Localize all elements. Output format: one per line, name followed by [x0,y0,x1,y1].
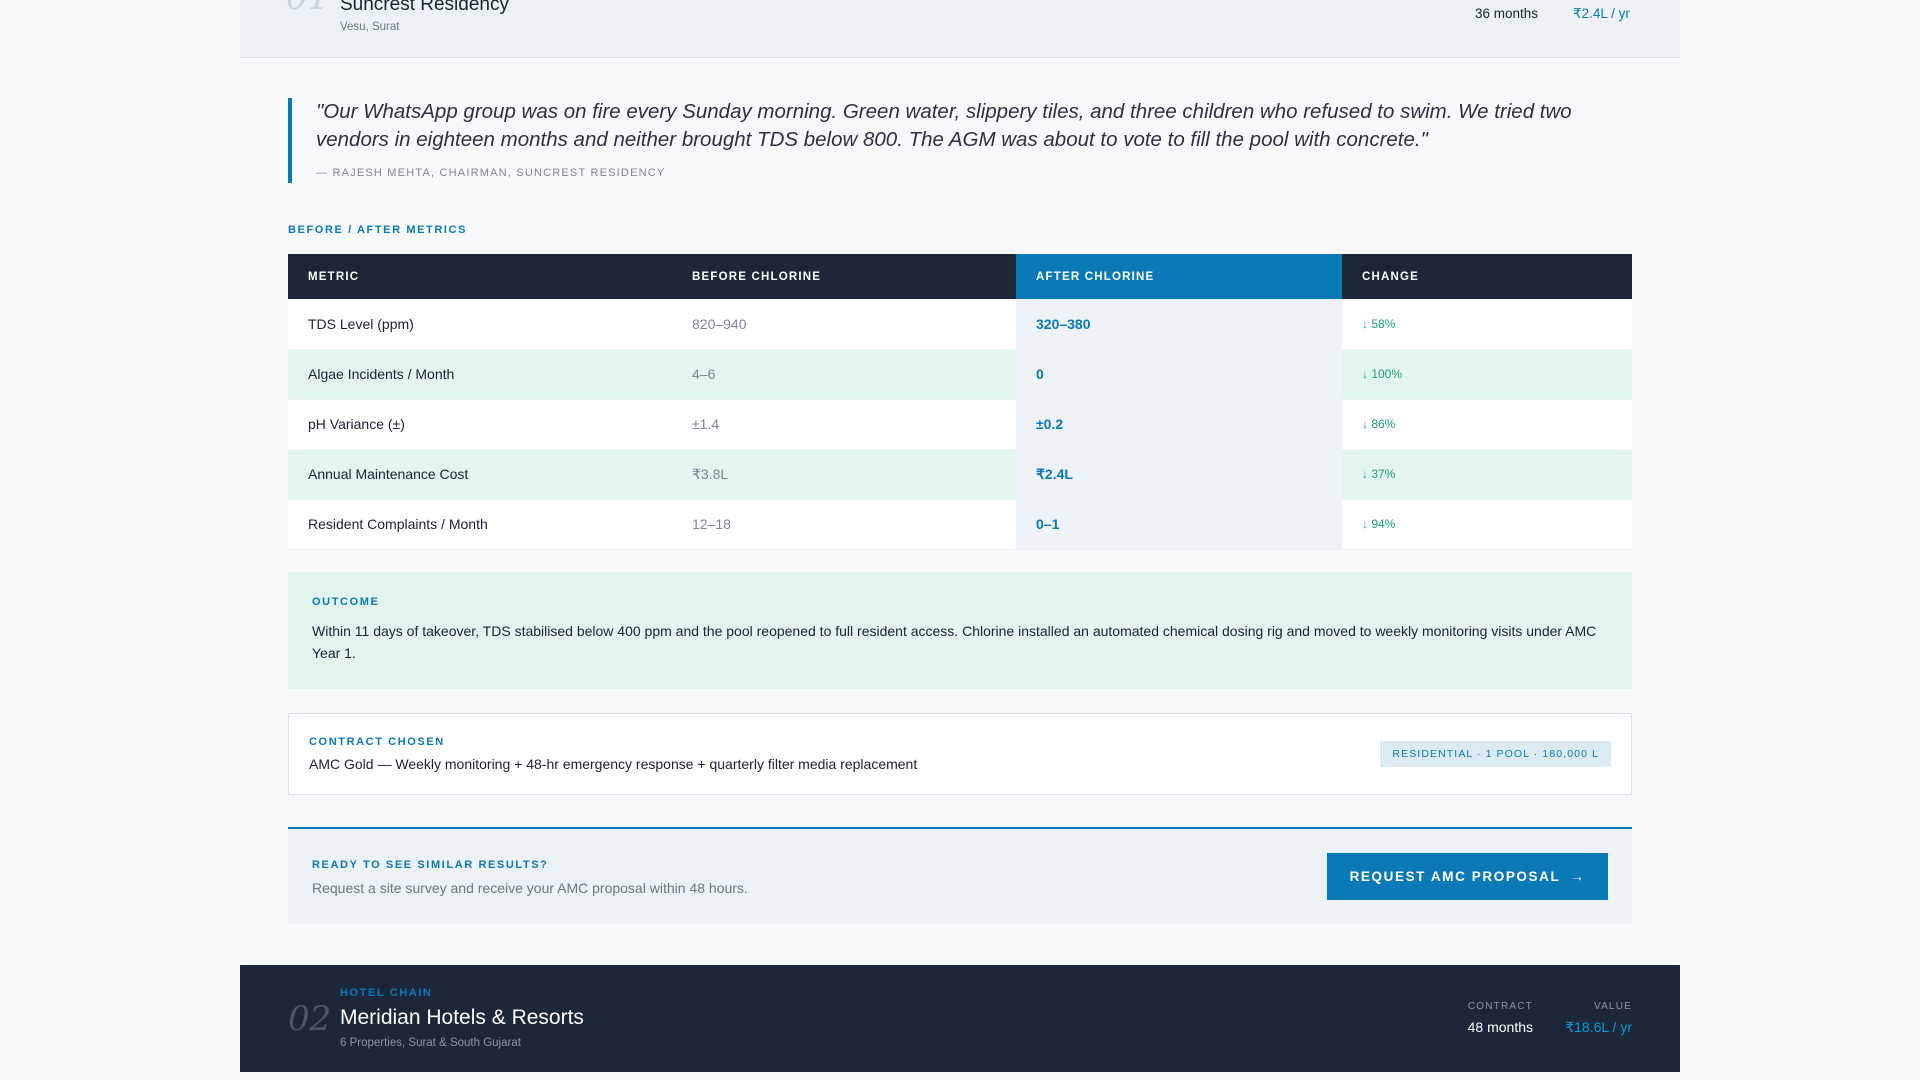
request-amc-proposal-button[interactable]: REQUEST AMC PROPOSAL → [1327,853,1608,900]
metric-name: Resident Complaints / Month [288,499,672,550]
change-value: ↓ 86% [1342,399,1632,450]
metrics-table: METRIC BEFORE CHLORINE AFTER CHLORINE CH… [288,254,1632,550]
case-duration: 36 months [1475,6,1539,21]
contract-badge: RESIDENTIAL · 1 POOL · 180,000 L [1380,741,1611,767]
testimonial-quote: "Our WhatsApp group was on fire every Su… [288,98,1632,183]
after-value: ±0.2 [1016,399,1342,450]
header-after: AFTER CHLORINE [1016,254,1342,299]
case-value: ₹2.4L / yr [1573,6,1630,21]
before-value: ₹3.8L [672,449,1016,500]
after-value: 320–380 [1016,299,1342,350]
case-study-header-suncrest[interactable]: 01 Suncrest Residency Vesu, Surat 36 mon… [240,0,1680,58]
contract-value: ₹18.6L / yr [1565,1019,1632,1035]
change-value: ↓ 94% [1342,499,1632,550]
change-value: ↓ 37% [1342,449,1632,500]
metrics-header-row: METRIC BEFORE CHLORINE AFTER CHLORINE CH… [288,254,1632,299]
case-location: 6 Properties, Surat & South Gujarat [340,1037,521,1049]
case-title: Meridian Hotels & Resorts [340,1006,584,1029]
after-value: 0–1 [1016,499,1342,550]
contract-panel: CONTRACT CHOSEN AMC Gold — Weekly monito… [288,713,1632,795]
table-row: TDS Level (ppm) 820–940 320–380 ↓ 58% [288,299,1632,350]
metrics-section-label: BEFORE / AFTER METRICS [288,224,468,236]
before-value: 12–18 [672,499,1016,550]
contract-column: CONTRACT 48 months [1468,1001,1533,1035]
outcome-text: Within 11 days of takeover, TDS stabilis… [312,623,1597,661]
cta-panel: READY TO SEE SIMILAR RESULTS? Request a … [288,827,1632,924]
outcome-label: OUTCOME [312,596,380,608]
table-row: Resident Complaints / Month 12–18 0–1 ↓ … [288,499,1632,550]
header-change: CHANGE [1342,254,1632,299]
metric-name: pH Variance (±) [288,399,672,450]
before-value: 820–940 [672,299,1016,350]
case-location: Vesu, Surat [340,21,400,33]
contract-heading: CONTRACT [1467,1001,1533,1012]
before-value: ±1.4 [672,399,1016,450]
arrow-right-icon: → [1570,869,1586,884]
case-number: 01 [286,0,329,18]
quote-text: "Our WhatsApp group was on fire every Su… [316,100,1572,151]
value-column: VALUE ₹18.6L / yr [1565,1001,1632,1036]
metric-name: Algae Incidents / Month [288,349,672,400]
table-row: pH Variance (±) ±1.4 ±0.2 ↓ 86% [288,399,1632,450]
case-study-header-meridian[interactable]: 02 HOTEL CHAIN Meridian Hotels & Resorts… [240,965,1680,1072]
quote-attribution: — RAJESH MEHTA, CHAIRMAN, SUNCREST RESID… [316,167,666,179]
change-value: ↓ 58% [1342,299,1632,350]
contract-duration: 48 months [1467,1019,1533,1035]
outcome-panel: OUTCOME Within 11 days of takeover, TDS … [288,572,1632,689]
metric-name: Annual Maintenance Cost [288,449,672,500]
after-value: 0 [1016,349,1342,400]
metric-name: TDS Level (ppm) [288,299,672,350]
case-number: 02 [288,999,332,1039]
header-metric: METRIC [288,254,672,299]
case-category: HOTEL CHAIN [340,987,433,999]
case-title: Suncrest Residency [340,0,509,15]
button-label: REQUEST AMC PROPOSAL [1349,869,1561,884]
table-row: Annual Maintenance Cost ₹3.8L ₹2.4L ↓ 37… [288,449,1632,500]
change-value: ↓ 100% [1342,349,1632,400]
after-value: ₹2.4L [1016,449,1342,500]
table-row: Algae Incidents / Month 4–6 0 ↓ 100% [288,349,1632,400]
before-value: 4–6 [672,349,1016,400]
header-before: BEFORE CHLORINE [672,254,1016,299]
value-heading: VALUE [1593,1001,1632,1012]
